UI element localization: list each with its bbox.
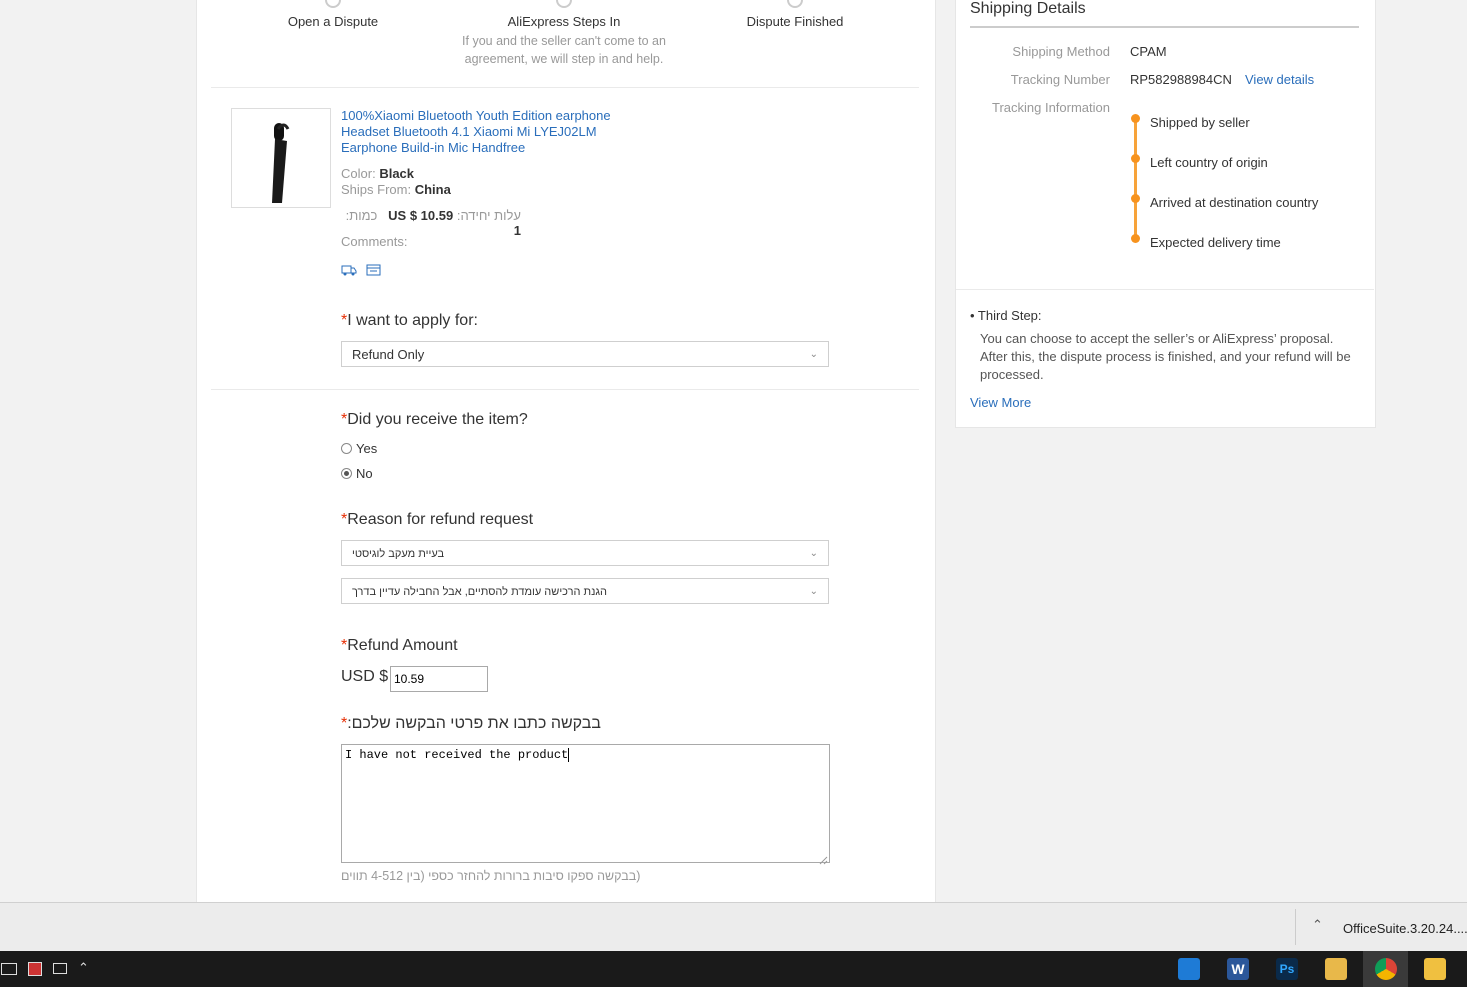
- refund-amount-text: Refund Amount: [347, 637, 458, 654]
- timeline-item: Expected delivery time: [1150, 235, 1281, 250]
- shipping-method-value: CPAM: [1130, 44, 1167, 59]
- request-details-textarea[interactable]: I have not received the product: [341, 744, 830, 863]
- refund-amount-label: *Refund Amount: [341, 637, 458, 655]
- reason-select-primary[interactable]: בעיית מעקב לוגיסטי ⌄: [341, 540, 829, 566]
- file-explorer-icon[interactable]: [1424, 958, 1446, 980]
- product-image[interactable]: [231, 108, 331, 208]
- timeline-item: Left country of origin: [1150, 155, 1268, 170]
- request-details-label: בבקשה כתבו את פרטי הבקשה שלכם:*: [341, 715, 601, 733]
- refund-reason-label: *Reason for refund request: [341, 511, 533, 529]
- step-open-dispute: Open a Dispute: [283, 0, 383, 29]
- timeline-dot-icon: [1131, 154, 1140, 163]
- chevron-up-icon[interactable]: ⌃: [1312, 917, 1323, 933]
- refund-amount-input[interactable]: 10.59: [390, 666, 488, 692]
- request-details-value: I have not received the product: [345, 748, 569, 762]
- timeline-dot-icon: [1131, 114, 1140, 123]
- network-app-icon[interactable]: [1178, 958, 1200, 980]
- tracking-number-value: RP582988984CN: [1130, 72, 1232, 87]
- apply-for-select[interactable]: Refund Only ⌄: [341, 341, 829, 367]
- radio-yes[interactable]: Yes: [341, 441, 377, 456]
- price-label: עלות יחידה:: [456, 208, 521, 223]
- price-value: US $ 10.59: [388, 208, 454, 223]
- timeline-dot-icon: [1131, 234, 1140, 243]
- chevron-down-icon: ⌄: [809, 548, 818, 559]
- shipping-details-title: Shipping Details: [970, 0, 1086, 17]
- comments-label: Comments:: [341, 234, 408, 249]
- timeline-item: Arrived at destination country: [1150, 195, 1319, 210]
- divider: [211, 389, 919, 390]
- refund-reason-text: Reason for refund request: [347, 511, 534, 528]
- third-step-title: • Third Step:: [970, 308, 1042, 323]
- resize-handle-icon[interactable]: [819, 852, 828, 870]
- chevron-down-icon: ⌄: [809, 586, 818, 597]
- download-bar: [0, 902, 1467, 952]
- reason-primary-value: בעיית מעקב לוגיסטי: [352, 548, 445, 560]
- apply-for-label: *I want to apply for:: [341, 312, 478, 330]
- color-label: Color:: [341, 166, 376, 181]
- view-more-link[interactable]: View More: [970, 394, 1362, 412]
- title-underline: [970, 26, 1359, 28]
- apply-for-text: I want to apply for:: [347, 312, 478, 329]
- ships-label: Ships From:: [341, 182, 412, 197]
- product-ships-from: Ships From: China: [341, 182, 451, 197]
- currency-label: USD $: [341, 668, 389, 685]
- qty-value: 1: [513, 223, 521, 238]
- radio-button-selected[interactable]: [341, 468, 352, 479]
- tracking-info-label: Tracking Information: [991, 100, 1110, 115]
- download-file-name[interactable]: OfficeSuite.3.20.24....r: [1343, 921, 1467, 936]
- step-aliexpress-steps-in: AliExpress Steps In If you and the selle…: [454, 0, 674, 68]
- received-item-text: Did you receive the item?: [347, 411, 528, 428]
- color-value: Black: [379, 166, 415, 181]
- chevron-up-icon[interactable]: ⌃: [78, 960, 89, 976]
- step-description: If you and the seller can't come to an a…: [462, 34, 666, 66]
- step-dot-icon: [787, 0, 803, 8]
- step-dot-icon: [325, 0, 341, 8]
- timeline-dot-icon: [1131, 194, 1140, 203]
- tracking-timeline-bar: [1134, 118, 1137, 239]
- radio-no[interactable]: No: [341, 466, 373, 481]
- qty-label: כמות:: [345, 208, 378, 223]
- product-title-link[interactable]: 100%Xiaomi Bluetooth Youth Edition earph…: [341, 108, 641, 156]
- radio-yes-label: Yes: [356, 441, 378, 456]
- chrome-icon[interactable]: [1375, 958, 1397, 980]
- shipping-method-label: Shipping Method: [1012, 44, 1110, 59]
- product-color: Color: Black: [341, 166, 414, 181]
- radio-button[interactable]: [341, 443, 352, 454]
- view-details-link[interactable]: View details: [1245, 72, 1314, 87]
- radio-no-label: No: [356, 466, 373, 481]
- tracking-number-label: Tracking Number: [1010, 72, 1110, 87]
- reason-select-secondary[interactable]: הגנת הרכישה עומדת להסתיים, אבל החבילה עד…: [341, 578, 829, 604]
- network-icon[interactable]: [53, 963, 67, 974]
- step-label: Open a Dispute: [287, 14, 379, 29]
- search-files-icon[interactable]: [1325, 958, 1347, 980]
- ships-value: China: [414, 182, 451, 197]
- divider: [211, 87, 919, 88]
- chevron-down-icon: ⌄: [809, 349, 818, 360]
- text-cursor: [568, 748, 570, 762]
- security-alert-icon[interactable]: [28, 962, 42, 976]
- photoshop-icon[interactable]: Ps: [1276, 958, 1298, 980]
- word-icon[interactable]: W: [1227, 958, 1249, 980]
- reason-secondary-value: הגנת הרכישה עומדת להסתיים, אבל החבילה עד…: [352, 586, 608, 598]
- divider: [956, 289, 1374, 290]
- shipping-truck-icon[interactable]: [341, 263, 357, 282]
- keyboard-icon[interactable]: [1, 963, 17, 975]
- third-step-info: • Third Step: You can choose to accept t…: [970, 307, 1362, 412]
- step-label: Dispute Finished: [746, 14, 844, 29]
- step-dot-icon: [556, 0, 572, 8]
- third-step-text: You can choose to accept the seller’s or…: [980, 331, 1351, 382]
- step-label: AliExpress Steps In: [507, 14, 621, 29]
- timeline-item: Shipped by seller: [1150, 115, 1250, 130]
- request-details-text: בבקשה כתבו את פרטי הבקשה שלכם:: [347, 715, 601, 732]
- order-details-icon[interactable]: [366, 263, 381, 282]
- details-hint: (בבקשה ספקו סיבות ברורות להחזר כספי (בין…: [341, 869, 641, 883]
- apply-for-value: Refund Only: [352, 347, 425, 362]
- download-bar-divider: [1295, 909, 1296, 945]
- earphone-image-icon: [272, 123, 290, 203]
- received-item-label: *Did you receive the item?: [341, 411, 528, 429]
- step-dispute-finished: Dispute Finished: [740, 0, 850, 29]
